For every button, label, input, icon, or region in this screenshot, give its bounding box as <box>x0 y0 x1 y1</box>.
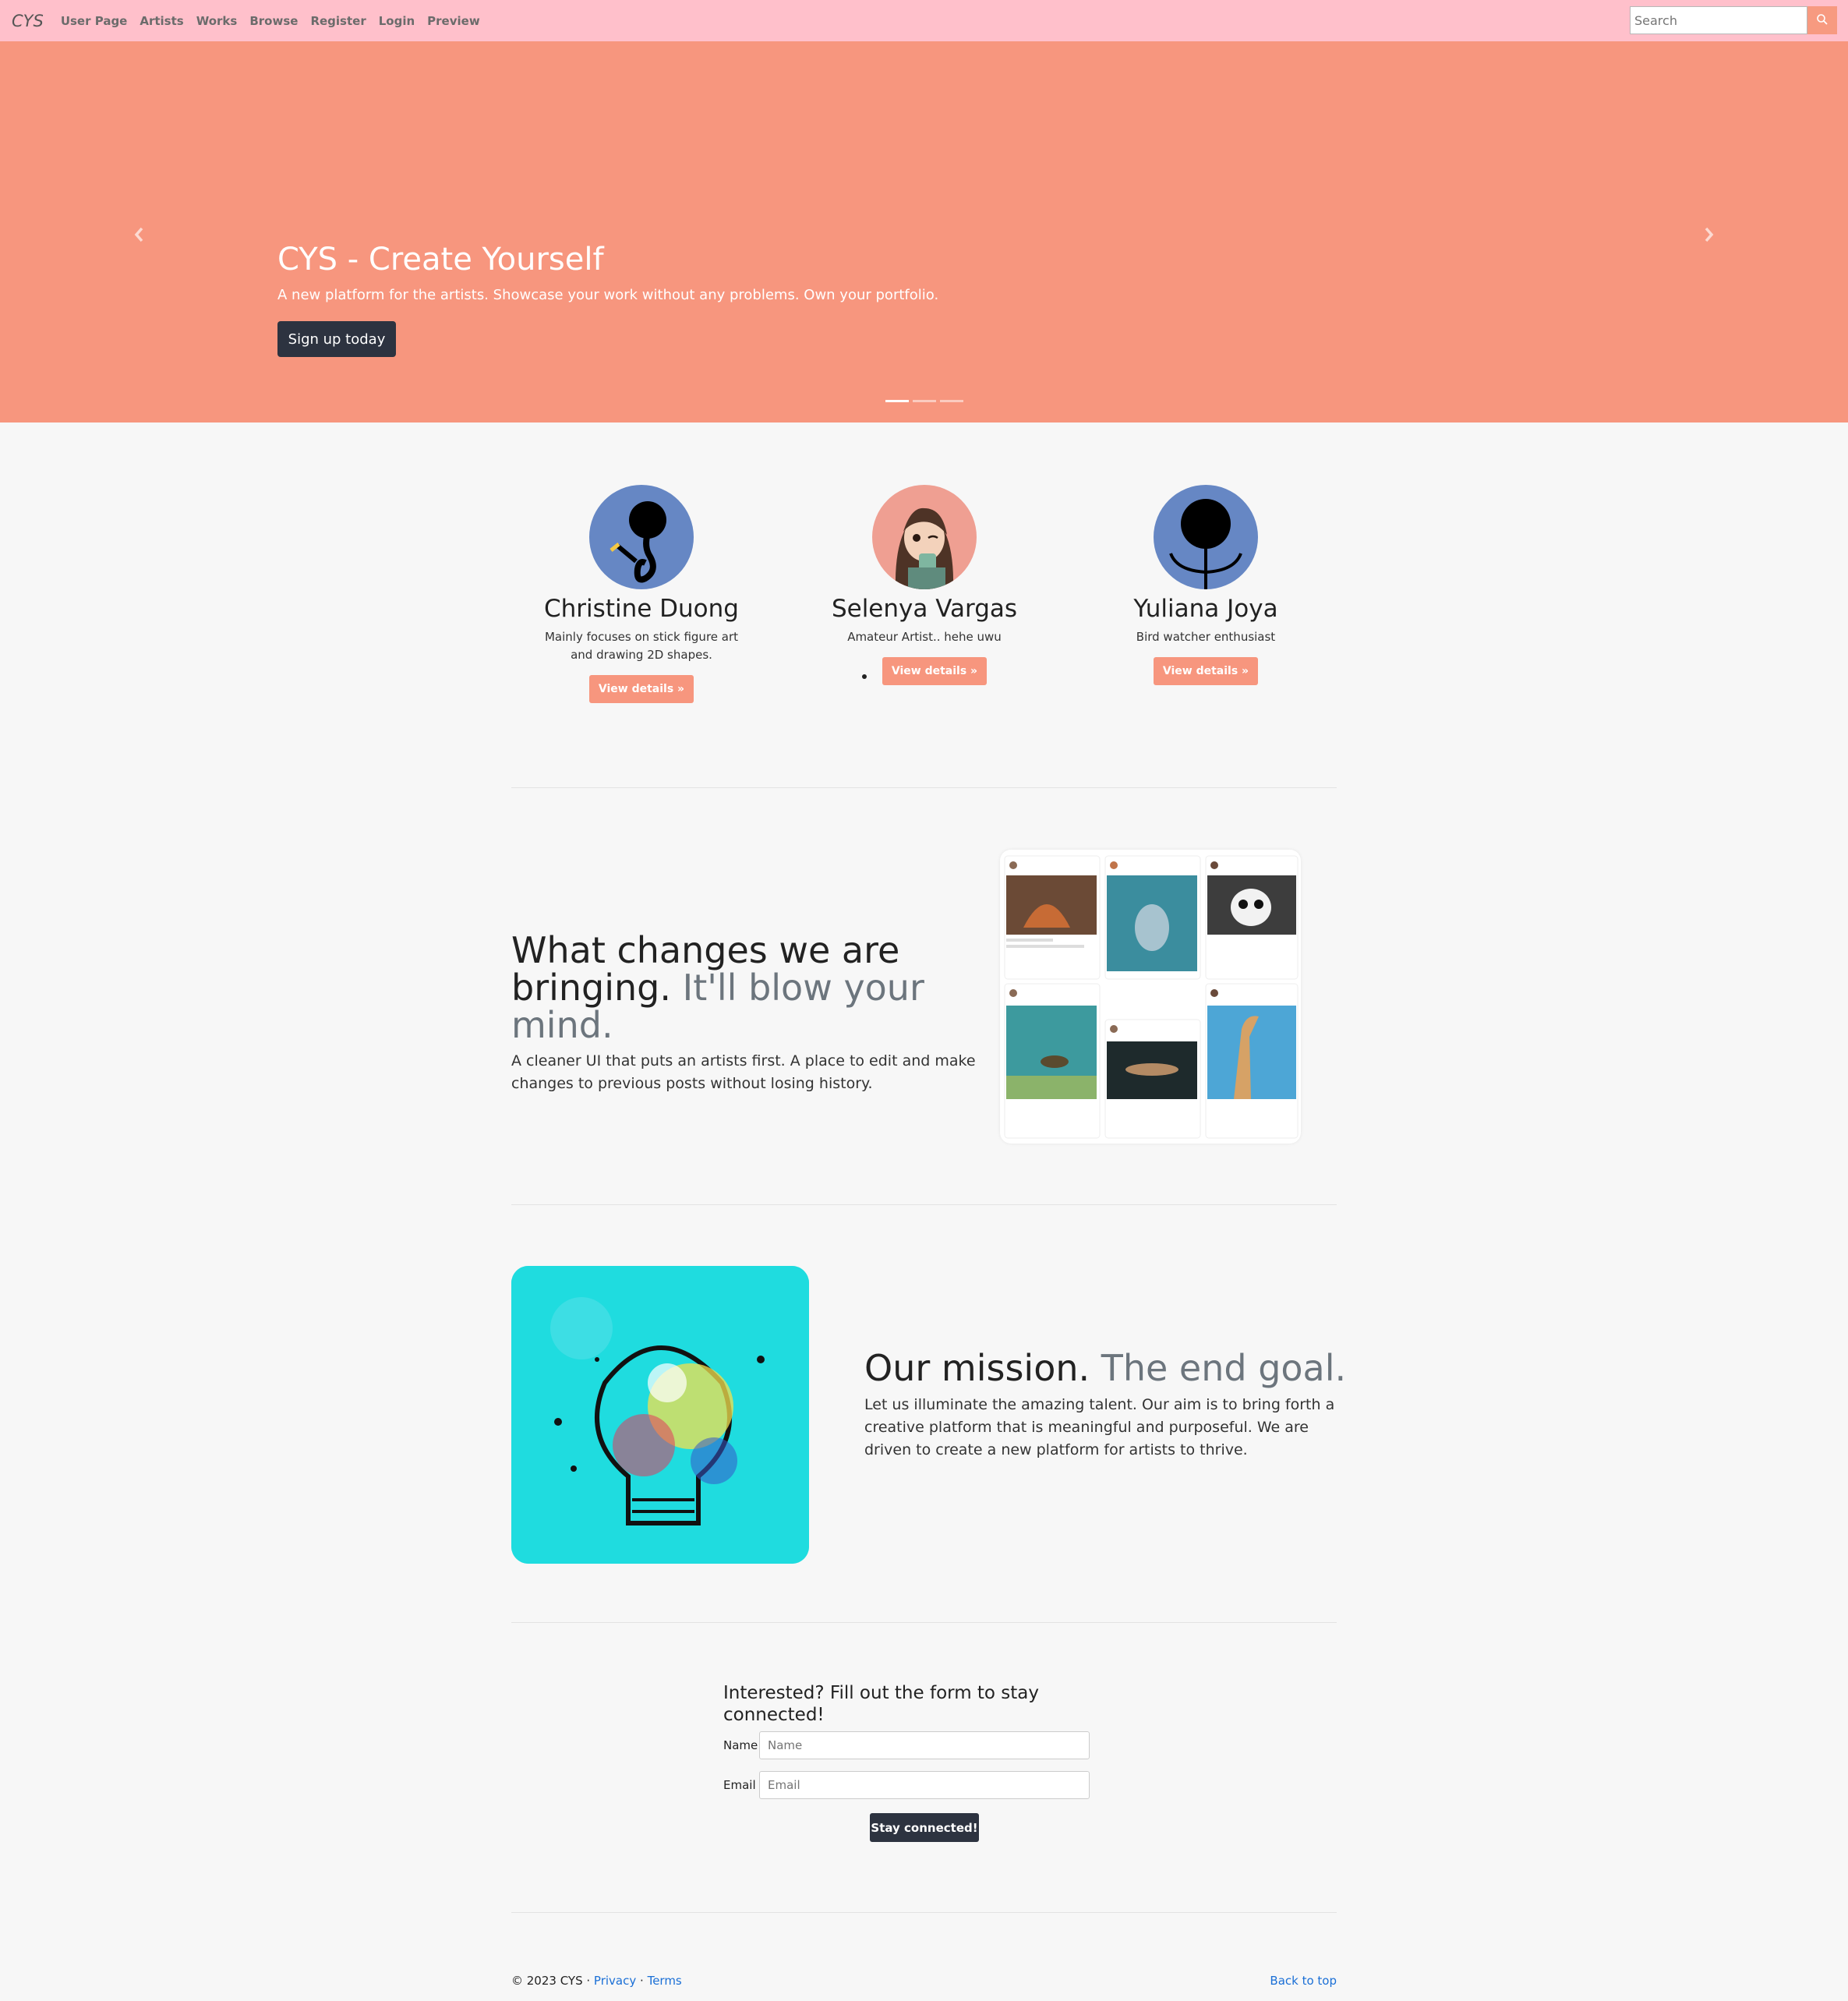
nav-link-register[interactable]: Register <box>310 14 366 28</box>
artist-card-yuliana: Yuliana Joya Bird watcher enthusiast Vie… <box>1089 485 1323 685</box>
footer-separator: · <box>640 1974 644 1988</box>
search-button[interactable] <box>1807 6 1837 34</box>
artist-card-christine: Christine Duong Mainly focuses on stick … <box>525 485 758 703</box>
artist-actions: View details » <box>807 646 1041 685</box>
artist-name: Selenya Vargas <box>831 595 1018 623</box>
navbar: CYS User Page Artists Works Browse Regis… <box>0 0 1848 41</box>
artist-description: Amateur Artist.. hehe uwu <box>847 630 1002 644</box>
signup-button[interactable]: Sign up today <box>277 321 396 357</box>
divider <box>511 787 1337 788</box>
carousel-indicator-1[interactable] <box>885 400 909 402</box>
chevron-left-icon <box>133 226 144 246</box>
divider <box>511 1204 1337 1205</box>
privacy-link[interactable]: Privacy <box>594 1974 636 1988</box>
view-details-button[interactable]: View details » <box>588 675 694 703</box>
divider <box>511 1912 1337 1913</box>
nav-links: User Page Artists Works Browse Register … <box>61 14 493 28</box>
nav-link-login[interactable]: Login <box>379 14 415 28</box>
nav-link-user-page[interactable]: User Page <box>61 14 128 28</box>
carousel-next-button[interactable] <box>1694 221 1725 252</box>
footer-copyright: © 2023 CYS · Privacy · Terms <box>511 1974 682 1988</box>
carousel-prev-button[interactable] <box>123 221 154 252</box>
hero-carousel: CYS - Create Yourself A new platform for… <box>0 41 1848 422</box>
nav-link-works[interactable]: Works <box>196 14 238 28</box>
divider <box>511 1622 1337 1623</box>
hero-subtitle: A new platform for the artists. Showcase… <box>277 287 939 303</box>
view-details-button[interactable]: View details » <box>1153 657 1259 685</box>
artist-name: Christine Duong <box>544 595 739 623</box>
brand-logo[interactable]: CYS <box>12 12 44 30</box>
feature-heading: What changes we are bringing. It'll blow… <box>511 932 948 1044</box>
view-details-button[interactable]: View details » <box>882 657 988 685</box>
artist-description: Mainly focuses on stick figure art and d… <box>544 630 739 662</box>
search-form <box>1630 6 1837 34</box>
hero-title: CYS - Create Yourself <box>277 242 604 278</box>
avatar <box>1154 485 1258 589</box>
terms-link[interactable]: Terms <box>648 1974 682 1988</box>
nav-link-preview[interactable]: Preview <box>427 14 480 28</box>
mission-heading-muted: The end goal. <box>1101 1347 1347 1389</box>
avatar <box>872 485 977 589</box>
mission-text: Let us illuminate the amazing talent. Ou… <box>864 1396 1335 1458</box>
avatar <box>589 485 694 589</box>
name-label: Name <box>723 1738 758 1752</box>
nav-link-browse[interactable]: Browse <box>249 14 298 28</box>
mission-heading-main: Our mission. <box>864 1347 1090 1389</box>
email-row: Email <box>723 1771 1090 1799</box>
name-field[interactable] <box>759 1731 1090 1759</box>
artist-name: Yuliana Joya <box>1133 595 1278 623</box>
copyright-text: © 2023 CYS · <box>511 1974 591 1988</box>
search-input[interactable] <box>1630 6 1807 34</box>
email-field[interactable] <box>759 1771 1090 1799</box>
carousel-indicator-3[interactable] <box>940 400 963 402</box>
carousel-indicator-2[interactable] <box>913 400 936 402</box>
back-to-top-link[interactable]: Back to top <box>1270 1974 1337 1988</box>
carousel-indicators <box>885 400 967 402</box>
artist-card-selenya: Selenya Vargas Amateur Artist.. hehe uwu… <box>807 485 1041 685</box>
mission-image <box>511 1266 809 1564</box>
name-row: Name <box>723 1731 1090 1759</box>
stay-connected-button[interactable]: Stay connected! <box>870 1813 979 1842</box>
feature-image <box>1000 850 1301 1144</box>
feature-text: A cleaner UI that puts an artists first.… <box>511 1052 976 1092</box>
nav-link-artists[interactable]: Artists <box>140 14 183 28</box>
form-title: Interested? Fill out the form to stay co… <box>723 1683 1040 1725</box>
mission-heading: Our mission. The end goal. <box>864 1347 1346 1389</box>
chevron-right-icon <box>1704 226 1715 246</box>
email-label: Email <box>723 1778 756 1792</box>
search-icon <box>1816 13 1829 28</box>
artist-description: Bird watcher enthusiast <box>1136 630 1276 644</box>
list-bullet <box>861 673 867 679</box>
